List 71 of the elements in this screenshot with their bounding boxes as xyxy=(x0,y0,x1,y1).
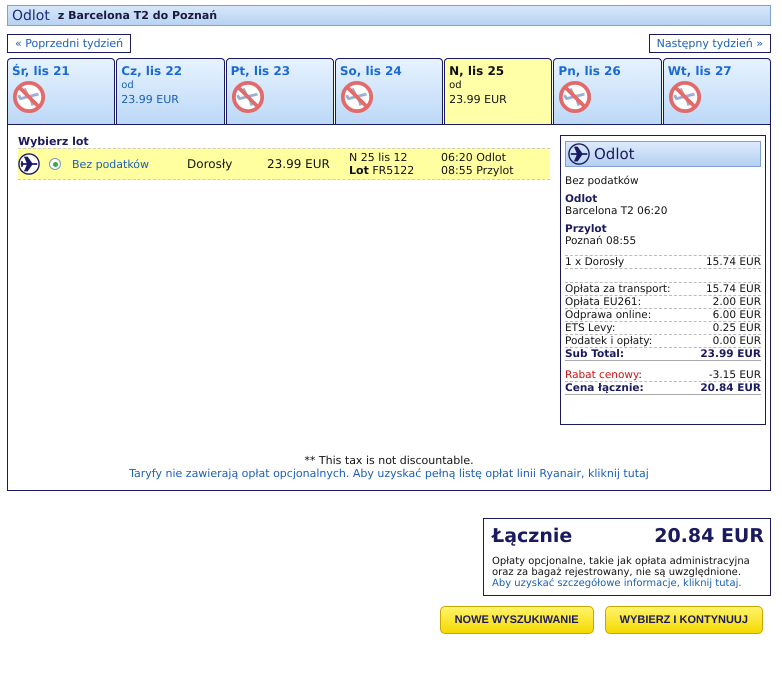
day-tab[interactable]: Cz, lis 22 od 23.99 EUR xyxy=(116,58,225,124)
price-label: Opłata za transport: xyxy=(565,283,671,295)
day-tab[interactable]: Śr, lis 21 xyxy=(7,58,116,124)
price-value: 0.25 EUR xyxy=(712,322,761,334)
section-title: Odlot xyxy=(12,8,50,24)
day-tab[interactable]: N, lis 25 od 23.99 EUR xyxy=(444,58,552,124)
price-value: 20.84 EUR xyxy=(700,382,761,394)
passenger-type: Dorosły xyxy=(187,157,234,171)
fare-name: Bez podatków xyxy=(565,175,640,187)
day-label: Pt, lis 23 xyxy=(230,64,290,78)
departure-info: Barcelona T2 06:20 xyxy=(565,205,668,217)
day-label: Cz, lis 22 xyxy=(121,64,182,78)
departure-time: 06:20 Odlot xyxy=(441,151,507,164)
fare-price: 23.99 EUR xyxy=(267,157,331,171)
no-flights-icon xyxy=(668,80,702,114)
no-flights-icon xyxy=(12,80,46,114)
day-label: Pn, lis 26 xyxy=(558,64,621,78)
day-price: 23.99 EUR xyxy=(449,93,507,106)
tax-note: ** This tax is not discountable. xyxy=(303,454,475,467)
price-label: Sub Total: xyxy=(565,348,624,360)
radio-button[interactable] xyxy=(49,158,61,170)
flight-row[interactable]: Bez podatków Dorosły 23.99 EUR N 25 lis 12 Lot FR5122 06:20 Odlot 08:55 Przylot xyxy=(18,148,550,180)
total-label: Łącznie xyxy=(492,525,572,547)
from-label: od xyxy=(121,80,134,91)
arrival-label: Przylot xyxy=(565,223,608,235)
total-value: 20.84 EUR xyxy=(654,525,764,547)
fare-link[interactable]: Bez podatków xyxy=(72,158,187,170)
next-week-link[interactable]: Następny tydzień » xyxy=(648,34,771,53)
price-label: Podatek i opłaty: xyxy=(565,335,652,347)
fees-link[interactable]: Taryfy nie zawierają opłat opcjonalnych. Aby uzyskać pełną listę opłat linii Ryanair, kliknij tutaj xyxy=(129,467,649,480)
continue-button[interactable]: WYBIERZ I KONTYNUUJ xyxy=(604,606,763,634)
day-label: Wt, lis 27 xyxy=(668,64,732,78)
summary-title: Odlot xyxy=(594,145,635,163)
no-flights-icon xyxy=(230,80,265,114)
price-value: 23.99 EUR xyxy=(700,348,761,360)
route-text: z Barcelona T2 do Poznań xyxy=(58,9,218,22)
day-tab[interactable]: So, lis 24 xyxy=(334,58,444,124)
price-value: 0.00 EUR xyxy=(712,335,761,347)
arrival-time: 08:55 Przylot xyxy=(441,164,515,177)
no-flights-icon xyxy=(558,80,592,114)
flight-number: Lot FR5122 xyxy=(349,164,416,177)
day-price: 23.99 EUR xyxy=(121,93,179,106)
plane-icon xyxy=(568,143,590,165)
price-label: Opłata EU261: xyxy=(565,296,642,308)
day-label: Śr, lis 21 xyxy=(12,64,70,78)
section-heading: Wybierz lot xyxy=(18,135,90,148)
price-label: Cena łącznie: xyxy=(565,382,644,394)
price-value: 15.74 EUR xyxy=(706,283,761,295)
arrival-info: Poznań 08:55 xyxy=(565,235,638,247)
day-tab[interactable]: Pt, lis 23 xyxy=(226,58,334,124)
fees-note: Opłaty opcjonalne, takie jak opłata administracyjna oraz za bagaż rejestrowany, nie są uwzględnione. xyxy=(492,556,751,578)
price-label: 1 x Dorosły xyxy=(565,256,624,268)
price-label: ETS Levy: xyxy=(565,322,616,334)
no-flights-icon xyxy=(340,80,374,114)
from-label: od xyxy=(449,80,462,91)
price-label: Odprawa online: xyxy=(565,309,652,321)
new-search-button[interactable]: NOWE WYSZUKIWANIE xyxy=(440,606,594,634)
day-tab[interactable]: Pn, lis 26 xyxy=(553,58,662,124)
flight-date: N 25 lis 12 xyxy=(349,151,409,164)
price-value: 2.00 EUR xyxy=(712,296,761,308)
price-value: -3.15 EUR xyxy=(708,369,761,381)
day-tab[interactable]: Wt, lis 27 xyxy=(662,58,771,124)
price-value: 15.74 EUR xyxy=(706,256,761,268)
previous-week-link[interactable]: « Poprzedni tydzień xyxy=(7,34,132,53)
departure-label: Odlot xyxy=(565,193,598,205)
day-label: N, lis 25 xyxy=(449,64,504,78)
price-value: 6.00 EUR xyxy=(712,309,761,321)
plane-icon xyxy=(18,153,40,175)
day-label: So, lis 24 xyxy=(340,64,402,78)
details-link[interactable]: Aby uzyskać szczegółowe informacje, kliknij tutaj. xyxy=(492,578,764,589)
price-label: Rabat cenowy: xyxy=(565,369,642,381)
